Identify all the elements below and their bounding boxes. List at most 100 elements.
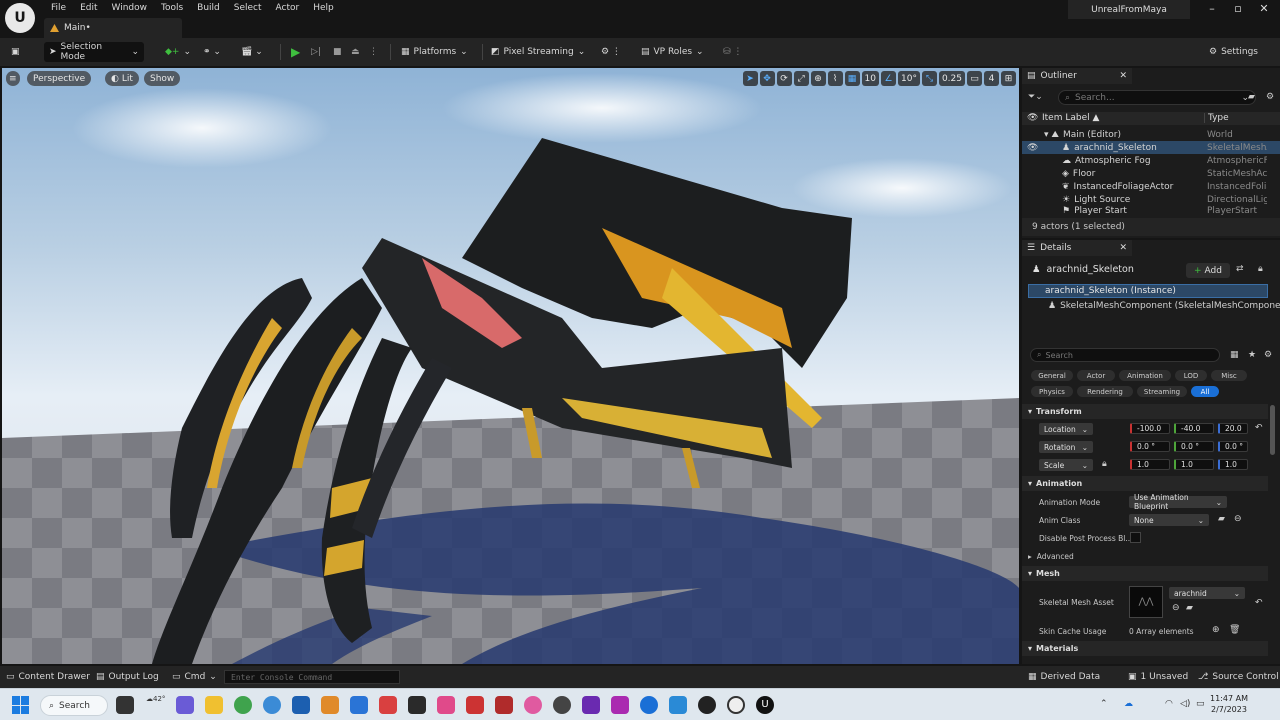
details-tab[interactable]: ☰ Details ✕ <box>1022 240 1132 256</box>
filter-animation[interactable]: Animation <box>1119 370 1171 381</box>
transform-section[interactable]: ▾ Transform <box>1022 404 1268 419</box>
browse-folder-icon[interactable]: ▰ <box>1186 603 1193 613</box>
zoom-icon[interactable] <box>640 696 658 714</box>
menu-file[interactable]: File <box>44 2 73 14</box>
outliner-search-input[interactable]: ⌕ Search... ⌄ <box>1058 90 1256 105</box>
close-tab-icon[interactable]: ✕ <box>1119 71 1127 81</box>
app-icon[interactable] <box>495 696 513 714</box>
trash-icon[interactable]: 🗑︎ <box>1229 625 1240 635</box>
gear-icon[interactable]: ⚙ <box>1264 350 1272 360</box>
component-row[interactable]: ♟ SkeletalMeshComponent (SkeletalMeshCom… <box>1048 301 1280 311</box>
save-icon[interactable]: ▣ <box>6 42 25 62</box>
reset-location-icon[interactable]: ↶ <box>1255 423 1263 433</box>
filter-actor[interactable]: Actor <box>1077 370 1115 381</box>
menu-tools[interactable]: Tools <box>154 2 190 14</box>
surface-snap-icon[interactable]: ⌇ <box>827 71 843 86</box>
add-actor-icon[interactable]: ◆+ ⌄ <box>160 42 196 62</box>
mesh-section[interactable]: ▾ Mesh <box>1022 566 1268 581</box>
app-icon[interactable] <box>379 696 397 714</box>
scale-y-field[interactable]: 1.0 <box>1174 459 1214 470</box>
camera-speed-icon[interactable]: ▭ <box>967 71 982 86</box>
app-icon[interactable] <box>408 696 426 714</box>
maximize-viewport-icon[interactable]: ⊞ <box>1001 71 1016 86</box>
more-options-icon[interactable]: ⋮ <box>364 42 383 62</box>
grid-snap-value[interactable]: 10 <box>861 71 879 86</box>
mesh-thumbnail[interactable]: ⋀⋀ <box>1129 586 1163 618</box>
menu-select[interactable]: Select <box>227 2 269 14</box>
minimize-icon[interactable]: – <box>1202 2 1222 18</box>
settings-icon[interactable]: ⚙ <box>1266 92 1274 102</box>
app-icon[interactable] <box>582 696 600 714</box>
grid-view-icon[interactable]: ▦ <box>1230 350 1239 360</box>
add-element-icon[interactable]: ⊕ <box>1212 625 1220 635</box>
app-icon[interactable] <box>292 696 310 714</box>
menu-window[interactable]: Window <box>105 2 155 14</box>
browser-icon[interactable] <box>263 696 281 714</box>
camera-speed-value[interactable]: 4 <box>984 71 999 86</box>
unsaved-button[interactable]: ▣ 1 Unsaved <box>1128 670 1188 684</box>
menu-edit[interactable]: Edit <box>73 2 104 14</box>
menu-build[interactable]: Build <box>190 2 227 14</box>
wifi-icon[interactable]: ◠ <box>1165 699 1173 709</box>
component-instance-row[interactable]: arachnid_Skeleton (Instance) <box>1028 284 1268 298</box>
anim-class-dropdown[interactable]: None ⌄ <box>1129 514 1209 526</box>
browse-folder-icon[interactable]: ▰ <box>1218 514 1225 524</box>
unreal-engine-icon[interactable]: U <box>756 696 774 714</box>
filter-misc[interactable]: Misc <box>1211 370 1247 381</box>
filter-general[interactable]: General <box>1031 370 1073 381</box>
eject-icon[interactable]: ⏏ <box>346 42 365 62</box>
battery-icon[interactable]: ▭ <box>1196 699 1205 709</box>
source-control-button[interactable]: ⎇ Source Control <box>1198 670 1279 684</box>
materials-section[interactable]: ▾ Materials <box>1022 641 1268 656</box>
scale-x-field[interactable]: 1.0 <box>1130 459 1170 470</box>
system-clock[interactable]: 11:47 AM 2/7/2023 <box>1210 693 1248 715</box>
outliner-tab[interactable]: ▤ Outliner ✕ <box>1022 68 1132 84</box>
outliner-row-light[interactable]: ☀Light Source DirectionalLigh <box>1022 193 1280 206</box>
close-tab-icon[interactable]: ✕ <box>1119 243 1127 253</box>
add-component-button[interactable]: + Add <box>1186 263 1230 278</box>
level-viewport[interactable]: Perspective ≡ ◐ Lit Show ➤ ✥ ⟳ ⤢ ⊕ ⌇ ▦ 1… <box>2 68 1019 664</box>
outliner-row-world[interactable]: ▾ ⛰ Main (Editor) World <box>1022 128 1280 141</box>
app-icon[interactable] <box>350 696 368 714</box>
visibility-icon[interactable]: 👁︎ <box>1027 143 1038 153</box>
translate-tool-icon[interactable]: ✥ <box>759 71 775 86</box>
outliner-row-foliage[interactable]: ❦ InstancedFoliageActor InstancedFolia <box>1022 180 1280 193</box>
rotation-dropdown[interactable]: Rotation ⌄ <box>1039 441 1093 453</box>
show-hidden-icons-icon[interactable]: ⌃ <box>1100 699 1108 709</box>
weather-widget[interactable]: ☁42° <box>146 695 165 703</box>
rotation-x-field[interactable]: 0.0 ° <box>1130 441 1170 452</box>
location-x-field[interactable]: -100.0 <box>1130 423 1170 434</box>
outliner-row-arachnid[interactable]: 👁︎ ♟ arachnid_Skeleton SkeletalMeshA <box>1022 141 1280 154</box>
app-icon[interactable] <box>669 696 687 714</box>
scale-lock-icon[interactable]: 🔒︎ <box>1102 459 1107 469</box>
level-tab[interactable]: Main• <box>44 18 182 38</box>
platforms-button[interactable]: ▦ Platforms ⌄ <box>396 42 473 62</box>
cmd-dropdown[interactable]: ▭ Cmd ⌄ <box>172 670 217 684</box>
use-selected-icon[interactable]: ⊖ <box>1234 514 1242 524</box>
task-view-icon[interactable] <box>116 696 134 714</box>
item-label-column[interactable]: Item Label ▲ <box>1042 113 1099 123</box>
location-dropdown[interactable]: Location ⌄ <box>1039 423 1093 435</box>
folder-icon[interactable]: ▰ <box>1248 92 1255 102</box>
location-y-field[interactable]: -40.0 <box>1174 423 1214 434</box>
vcam-icon[interactable]: ⚙︎ ⋮ <box>596 42 626 62</box>
use-selected-icon[interactable]: ⊖ <box>1172 603 1180 613</box>
favorites-star-icon[interactable]: ★ <box>1248 350 1256 360</box>
volume-icon[interactable]: ◁) <box>1180 699 1190 709</box>
settings-button[interactable]: ⚙ Settings <box>1204 42 1263 62</box>
blueprint-icon[interactable]: ⚭ ⌄ <box>198 42 226 62</box>
rotation-snap-value[interactable]: 10° <box>898 71 920 86</box>
animation-mode-dropdown[interactable]: Use Animation Blueprint ⌄ <box>1129 493 1227 511</box>
select-tool-icon[interactable]: ➤ <box>742 71 758 86</box>
rotation-snap-icon[interactable]: ∠ <box>881 71 896 86</box>
step-icon[interactable]: ▷| <box>306 42 326 62</box>
filter-streaming[interactable]: Streaming <box>1137 386 1187 397</box>
show-button[interactable]: Show <box>144 71 181 86</box>
outliner-row-player-start[interactable]: ⚑ Player Start PlayerStart <box>1022 206 1280 216</box>
details-search-input[interactable]: ⌕ Search <box>1030 348 1220 362</box>
menu-actor[interactable]: Actor <box>269 2 307 14</box>
advanced-expander[interactable]: ▸ Advanced <box>1028 552 1074 561</box>
taskbar-search[interactable]: ⌕ Search <box>40 695 108 716</box>
type-column[interactable]: Type <box>1204 113 1229 123</box>
pixel-streaming-button[interactable]: ◩ Pixel Streaming ⌄ <box>486 42 590 62</box>
